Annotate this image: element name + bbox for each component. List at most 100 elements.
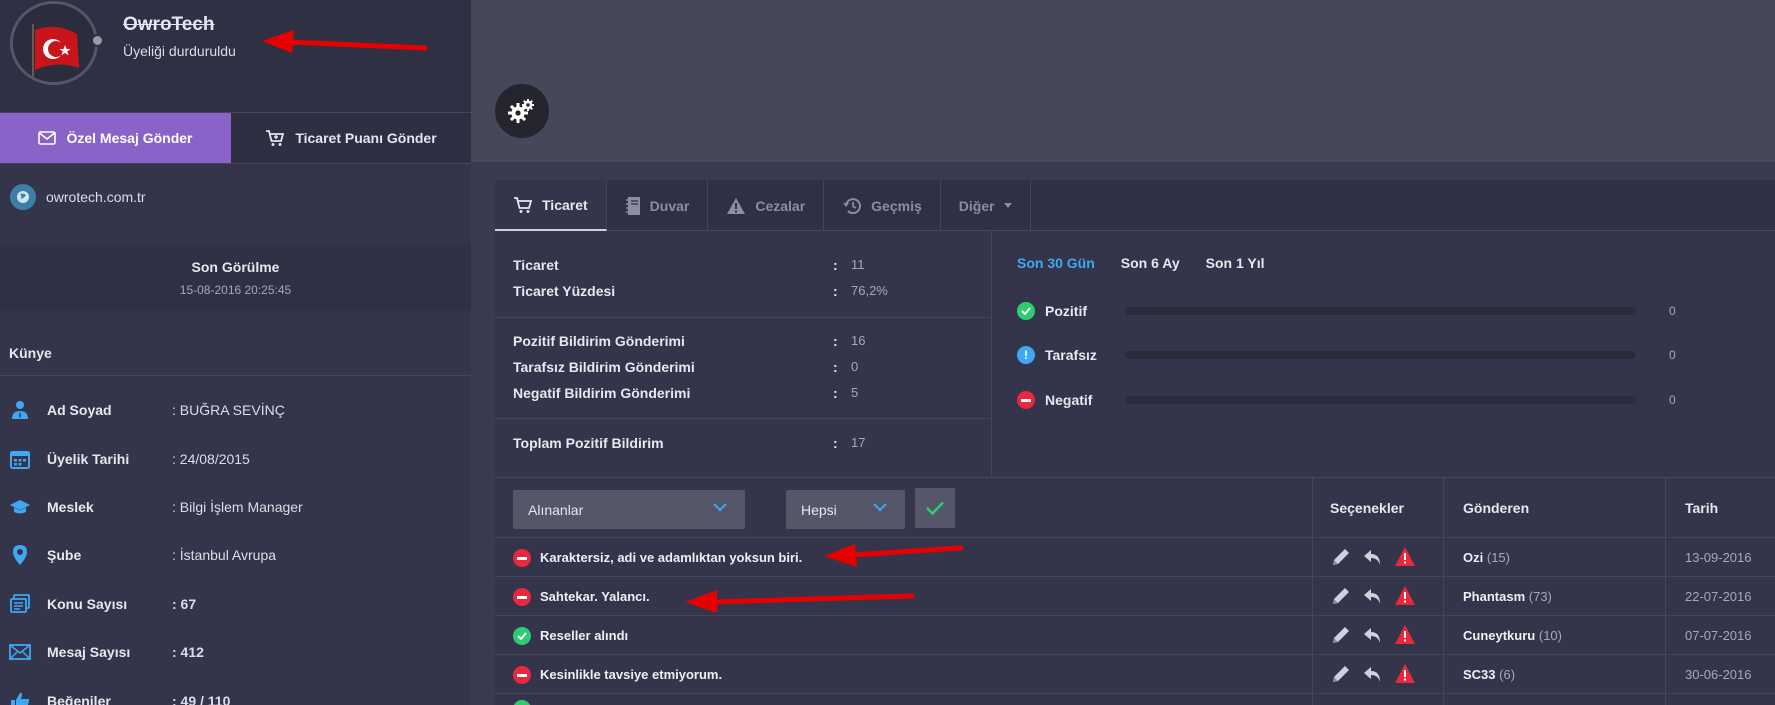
- last-seen-panel: Son Görülme 15-08-2016 20:25:45: [0, 245, 471, 311]
- feedback-sender[interactable]: SC33 (6): [1463, 667, 1515, 682]
- reply-icon[interactable]: [1362, 624, 1384, 646]
- topics-icon: [9, 593, 31, 615]
- summary-negative: Negatif 0: [1017, 389, 1697, 411]
- last-seen-date: 15-08-2016 20:25:45: [179, 283, 292, 297]
- stat-separator: :: [833, 385, 838, 401]
- profile-header: OwroTech Üyeliği durduruldu: [0, 0, 471, 113]
- report-warning-icon[interactable]: [1394, 624, 1416, 646]
- minus-circle-icon: [1017, 391, 1035, 409]
- direction-select-value: Alınanlar: [528, 501, 584, 518]
- notebook-icon: [625, 196, 640, 215]
- sender-score: (6): [1499, 667, 1516, 682]
- info-row-name: Ad Soyad : BUĞRA SEVİNÇ: [0, 386, 471, 434]
- stat-label: Pozitif Bildirim Gönderimi: [513, 333, 685, 349]
- edit-pencil-icon[interactable]: [1330, 546, 1352, 568]
- chevron-down-icon: [873, 503, 887, 512]
- feedback-message: Kesinlikle tavsiye etmiyorum.: [540, 667, 723, 682]
- report-warning-icon[interactable]: [1394, 585, 1416, 607]
- column-options: Seçenekler: [1330, 500, 1404, 516]
- feedback-sender[interactable]: Cuneytkuru (10): [1463, 628, 1562, 643]
- summary-value: 0: [1669, 393, 1676, 407]
- column-date[interactable]: Tarih: [1685, 500, 1718, 516]
- info-label: Konu Sayısı: [47, 595, 128, 612]
- column-sender[interactable]: Gönderen: [1463, 500, 1529, 516]
- profile-actions: Özel Mesaj Gönder Ticaret Puanı Gönder: [0, 113, 471, 163]
- send-private-message-button[interactable]: Özel Mesaj Gönder: [0, 113, 231, 163]
- report-warning-icon[interactable]: [1394, 663, 1416, 685]
- tab-penalties[interactable]: Cezalar: [708, 180, 825, 231]
- gears-icon: [508, 99, 534, 123]
- settings-button[interactable]: [495, 84, 549, 138]
- info-row-message-count: Mesaj Sayısı : 412: [0, 628, 471, 676]
- negative-status-icon: [513, 549, 531, 567]
- period-1-year[interactable]: Son 1 Yıl: [1206, 255, 1265, 271]
- info-row-topic-count: Konu Sayısı : 67: [0, 580, 471, 628]
- tab-label: Diğer: [958, 197, 995, 214]
- stat-value: 0: [851, 359, 859, 374]
- edit-pencil-icon[interactable]: [1330, 624, 1352, 646]
- stat-row: Ticaret Yüzdesi:76,2%: [513, 283, 973, 303]
- website-url[interactable]: owrotech.com.tr: [46, 189, 146, 205]
- feedback-message: Sahtekar. Yalancı.: [540, 589, 650, 604]
- summary-value: 0: [1669, 348, 1676, 362]
- feedback-sender[interactable]: Ozi (15): [1463, 550, 1510, 565]
- membership-status: Üyeliği durduruldu: [123, 43, 236, 59]
- kunye-title: Künye: [0, 328, 471, 376]
- type-select[interactable]: Hepsi: [786, 490, 905, 529]
- feedback-sender[interactable]: Phantasm (73): [1463, 589, 1552, 604]
- feedback-date: 22-07-2016: [1685, 589, 1752, 604]
- stat-separator: :: [833, 333, 838, 349]
- edit-pencil-icon[interactable]: [1330, 585, 1352, 607]
- caret-down-icon: [1003, 203, 1012, 208]
- info-value: : Bilgi İşlem Manager: [172, 498, 303, 515]
- feedback-date: 13-09-2016: [1685, 550, 1752, 565]
- period-6-months[interactable]: Son 6 Ay: [1121, 255, 1180, 271]
- info-value: : 49 / 110: [172, 692, 231, 705]
- tab-other[interactable]: Diğer: [941, 180, 1031, 231]
- check-circle-icon: [1017, 302, 1035, 320]
- feedback-options: [1330, 546, 1416, 568]
- reply-icon[interactable]: [1362, 585, 1384, 607]
- globe-icon: [10, 183, 36, 210]
- stat-label: Toplam Pozitif Bildirim: [513, 435, 664, 451]
- tab-label: Duvar: [649, 197, 690, 214]
- stat-label: Negatif Bildirim Gönderimi: [513, 385, 691, 401]
- divider: [495, 317, 992, 318]
- info-label: Şube: [47, 547, 82, 564]
- summary-progress-bar: [1125, 351, 1636, 359]
- apply-filter-button[interactable]: [915, 488, 955, 528]
- sender-name: SC33: [1463, 667, 1496, 682]
- stat-row: Toplam Pozitif Bildirim:17: [513, 435, 973, 455]
- edit-pencil-icon[interactable]: [1330, 663, 1352, 685]
- negative-status-icon: [513, 666, 531, 684]
- avatar[interactable]: [10, 1, 98, 85]
- period-30-days[interactable]: Son 30 Gün: [1017, 255, 1095, 271]
- tab-label: Cezalar: [755, 197, 806, 214]
- info-label: Meslek: [47, 498, 94, 515]
- cart-plus-icon: [266, 130, 285, 146]
- send-trade-score-button[interactable]: Ticaret Puanı Gönder: [231, 113, 471, 163]
- info-value: : İstanbul Avrupa: [172, 547, 277, 564]
- negative-status-icon: [513, 588, 531, 606]
- reply-icon[interactable]: [1362, 546, 1384, 568]
- tab-wall[interactable]: Duvar: [607, 180, 709, 231]
- positive-status-icon: [513, 700, 531, 705]
- user-icon: [9, 399, 31, 421]
- tab-trade[interactable]: Ticaret: [495, 180, 607, 231]
- stat-value: 76,2%: [851, 283, 888, 298]
- website-link[interactable]: owrotech.com.tr: [0, 163, 471, 229]
- stat-label: Tarafsız Bildirim Gönderimi: [513, 359, 695, 375]
- direction-select[interactable]: Alınanlar: [513, 490, 745, 529]
- profile-cover-banner: [471, 0, 1775, 162]
- sender-score: (15): [1486, 550, 1510, 565]
- stat-value: 11: [851, 257, 865, 272]
- reply-icon[interactable]: [1362, 663, 1384, 685]
- tab-history[interactable]: Geçmiş: [824, 180, 941, 231]
- report-warning-icon[interactable]: [1394, 546, 1416, 568]
- info-value: : 412: [172, 644, 204, 661]
- stat-value: 16: [851, 333, 866, 348]
- stat-row: Pozitif Bildirim Gönderimi:16: [513, 333, 973, 353]
- stat-value: 5: [851, 385, 859, 400]
- username: OwroTech: [123, 14, 215, 35]
- sender-score: (10): [1538, 628, 1562, 643]
